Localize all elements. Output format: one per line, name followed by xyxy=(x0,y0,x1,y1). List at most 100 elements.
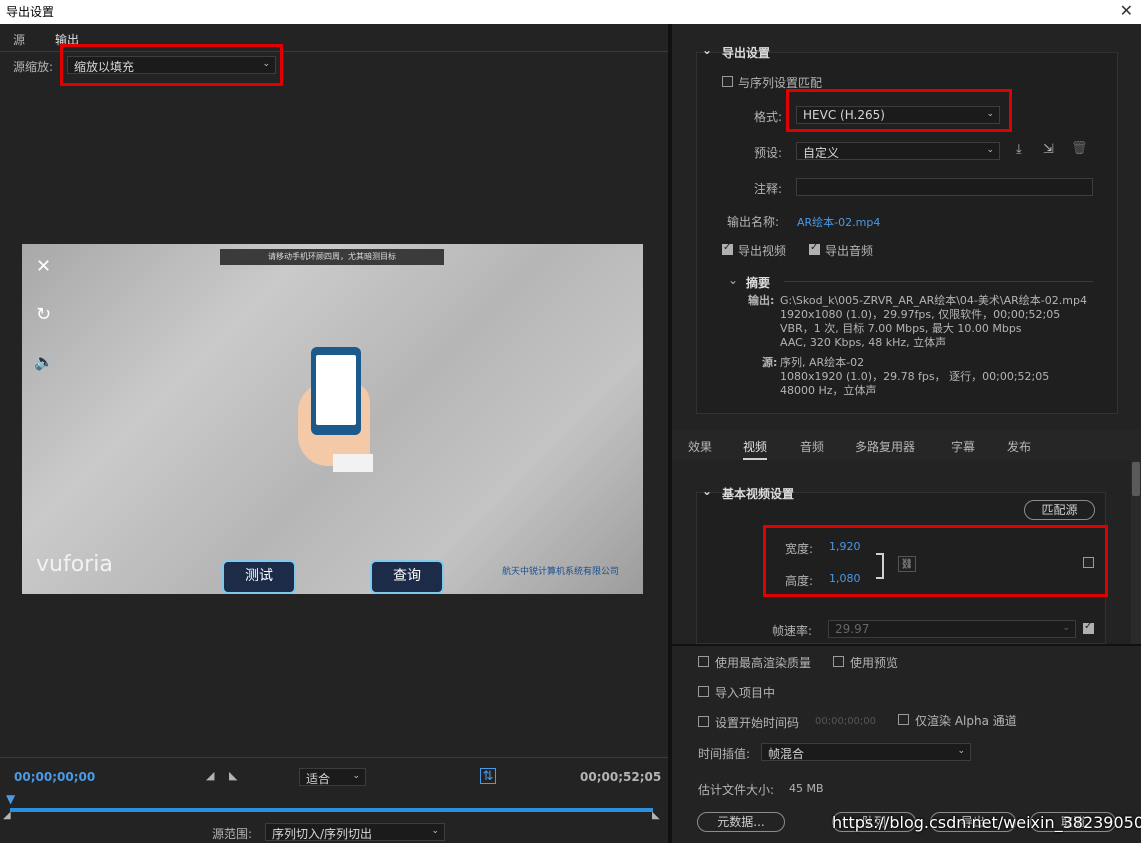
out-handle-icon[interactable]: ◣ xyxy=(652,810,660,821)
start-timecode-label: 设置开始时间码 xyxy=(715,716,800,730)
tab-publish[interactable]: 发布 xyxy=(1007,438,1031,455)
mark-out-icon[interactable]: ◣ xyxy=(229,769,237,782)
scrollbar-thumb[interactable] xyxy=(1132,462,1140,496)
timeline-divider xyxy=(0,757,668,758)
chevron-down-icon: ⌄ xyxy=(1062,623,1070,633)
cuff-image xyxy=(333,454,373,472)
preview-banner: 请移动手机环顾四周，尤其暗测目标 xyxy=(220,249,444,265)
chevron-down-icon: ⌄ xyxy=(957,746,965,756)
refresh-icon: ↻ xyxy=(36,304,52,325)
vuforia-logo: vuforia xyxy=(36,552,113,577)
export-video-checkbox[interactable] xyxy=(722,242,733,255)
import-project-label: 导入项目中 xyxy=(715,686,776,700)
chevron-down-icon: ⌄ xyxy=(986,145,994,155)
chevron-down-icon[interactable]: ⌄ xyxy=(702,43,712,57)
tab-multiplexer[interactable]: 多路复用器 xyxy=(855,438,915,455)
summary-divider xyxy=(784,281,1093,282)
output-name-link[interactable]: AR绘本-02.mp4 xyxy=(797,214,880,230)
source-range-label: 源范围: xyxy=(212,827,253,841)
summary-source-label: 源: xyxy=(762,356,778,369)
fit-value: 适合 xyxy=(306,772,331,786)
tab-video[interactable]: 视频 xyxy=(743,438,768,460)
tab-audio[interactable]: 音频 xyxy=(800,438,824,455)
time-interpolation-value: 帧混合 xyxy=(768,747,805,761)
format-label: 格式: xyxy=(754,110,783,124)
test-button-image: 测试 xyxy=(222,560,296,594)
match-sequence-checkbox[interactable] xyxy=(722,76,733,87)
mark-in-icon[interactable]: ◢ xyxy=(206,769,214,782)
comment-input[interactable] xyxy=(796,178,1093,196)
aspect-toggle-icon[interactable]: ⇅ xyxy=(480,768,496,784)
frame-rate-label: 帧速率: xyxy=(772,624,813,638)
export-audio-checkbox[interactable] xyxy=(809,242,820,255)
chevron-down-icon: ⌄ xyxy=(431,826,439,836)
tab-captions[interactable]: 字幕 xyxy=(951,438,975,455)
fit-dropdown[interactable]: 适合 ⌄ xyxy=(299,768,366,786)
tab-source[interactable]: 源 xyxy=(13,31,25,48)
chevron-down-icon[interactable]: ⌄ xyxy=(728,273,738,287)
metadata-button[interactable]: 元数据... xyxy=(697,812,785,832)
delete-preset-icon[interactable]: 🗑 xyxy=(1071,141,1088,156)
source-range-dropdown[interactable]: 序列切入/序列切出 ⌄ xyxy=(265,823,445,841)
window-title: 导出设置 xyxy=(6,5,55,19)
summary-title[interactable]: 摘要 xyxy=(746,274,770,291)
close-icon[interactable]: ✕ xyxy=(1120,1,1133,20)
frame-rate-checkbox[interactable] xyxy=(1083,621,1094,634)
render-alpha-label: 仅渲染 Alpha 通道 xyxy=(915,714,1017,728)
company-logo-text: 航天中锐计算机系统有限公司 xyxy=(502,567,620,577)
use-previews-label: 使用预览 xyxy=(850,656,899,670)
timecode-end: 00;00;52;05 xyxy=(580,770,662,784)
preset-value: 自定义 xyxy=(803,146,840,160)
basic-video-title[interactable]: 基本视频设置 xyxy=(722,485,794,502)
highlight-box xyxy=(763,525,1108,597)
highlight-box xyxy=(786,89,1012,132)
export-audio-label: 导出音频 xyxy=(825,244,874,258)
frame-rate-dropdown[interactable]: 29.97 ⌄ xyxy=(828,620,1076,638)
phone-image xyxy=(311,347,361,435)
import-preset-icon[interactable]: ⇲ xyxy=(1043,142,1054,157)
video-preview: 请移动手机环顾四周，尤其暗测目标 ✕ ↻ 🔊 vuforia 测试 查询 航天中… xyxy=(22,244,643,594)
summary-output-block: G:\Skod_k\005-ZRVR_AR_AR绘本\04-美术\AR绘本-02… xyxy=(780,294,1087,349)
query-button-image: 查询 xyxy=(370,560,444,594)
scrollbar[interactable] xyxy=(1131,460,1141,644)
time-interpolation-label: 时间插值: xyxy=(698,747,751,761)
start-timecode-value: 00;00;00;00 xyxy=(815,716,877,727)
title-bar: 导出设置 ✕ xyxy=(0,0,1141,24)
watermark: https://blog.csdn.net/weixin_38239050 xyxy=(832,813,1141,832)
export-settings-title[interactable]: 导出设置 xyxy=(722,44,770,61)
close-icon: ✕ xyxy=(36,256,52,277)
estimated-size-label: 估计文件大小: xyxy=(698,783,775,797)
playhead-icon[interactable]: ▼ xyxy=(6,792,15,806)
chevron-down-icon: ⌄ xyxy=(352,771,360,781)
pane-splitter[interactable] xyxy=(668,24,672,843)
summary-output-label: 输出: xyxy=(748,294,775,307)
time-interpolation-dropdown[interactable]: 帧混合 ⌄ xyxy=(761,743,971,761)
timeline-track[interactable] xyxy=(10,808,653,812)
max-render-quality-checkbox[interactable] xyxy=(698,656,709,667)
preset-dropdown[interactable]: 自定义 ⌄ xyxy=(796,142,1000,160)
in-handle-icon[interactable]: ◢ xyxy=(3,810,11,821)
frame-rate-value: 29.97 xyxy=(835,622,870,636)
output-name-label: 输出名称: xyxy=(727,215,780,229)
tab-effects[interactable]: 效果 xyxy=(688,438,712,455)
sound-icon: 🔊 xyxy=(34,352,54,371)
section-divider xyxy=(672,644,1141,646)
max-render-quality-label: 使用最高渲染质量 xyxy=(715,656,812,670)
save-preset-icon[interactable]: ⤓ xyxy=(1016,142,1022,157)
export-video-label: 导出视频 xyxy=(738,244,787,258)
comment-label: 注释: xyxy=(754,182,783,196)
match-source-button[interactable]: 匹配源 xyxy=(1024,500,1095,520)
right-pane: ⌄ 导出设置 与序列设置匹配 格式: HEVC (H.265) ⌄ 预设: 自定… xyxy=(672,24,1141,843)
highlight-box xyxy=(60,44,283,86)
source-range-value: 序列切入/序列切出 xyxy=(272,827,373,841)
summary-source-block: 序列, AR绘本-02 1080x1920 (1.0)，29.78 fps， 逐… xyxy=(780,356,1050,397)
chevron-down-icon[interactable]: ⌄ xyxy=(702,484,712,498)
timecode-start[interactable]: 00;00;00;00 xyxy=(14,770,95,784)
render-alpha-checkbox[interactable] xyxy=(898,714,909,725)
start-timecode-checkbox[interactable] xyxy=(698,716,709,727)
preset-label: 预设: xyxy=(754,146,783,160)
estimated-size-value: 45 MB xyxy=(789,782,824,795)
use-previews-checkbox[interactable] xyxy=(833,656,844,667)
import-project-checkbox[interactable] xyxy=(698,686,709,697)
source-scale-label: 源缩放: xyxy=(13,60,54,74)
